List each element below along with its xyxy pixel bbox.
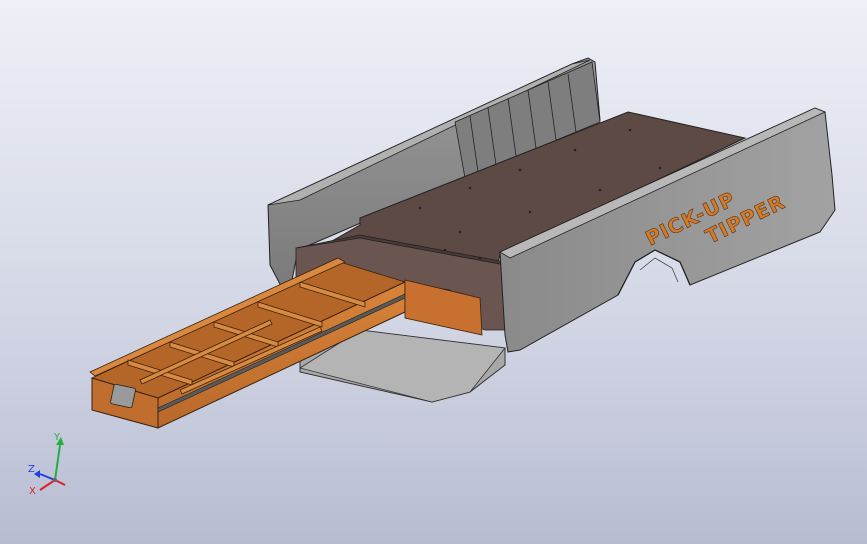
wheel-arch-inner — [639, 257, 679, 283]
triad-z-label: Z — [28, 464, 35, 475]
triad-x-axis — [39, 479, 56, 491]
triad-z-arrow — [34, 470, 40, 478]
drawer-end-handle[interactable] — [110, 383, 136, 409]
triad-y-axis — [54, 444, 61, 481]
pickup-bed-model[interactable]: PICK-UP TIPPER — [89, 57, 836, 429]
triad-y-label: Y — [53, 432, 61, 443]
coordinate-triad: Y Z X — [28, 432, 66, 497]
triad-x-label: X — [29, 486, 36, 497]
cad-viewport[interactable]: PICK-UP TIPPER Y Z X — [0, 0, 867, 544]
triad-origin — [53, 478, 57, 482]
triad-z-axis — [39, 473, 56, 481]
